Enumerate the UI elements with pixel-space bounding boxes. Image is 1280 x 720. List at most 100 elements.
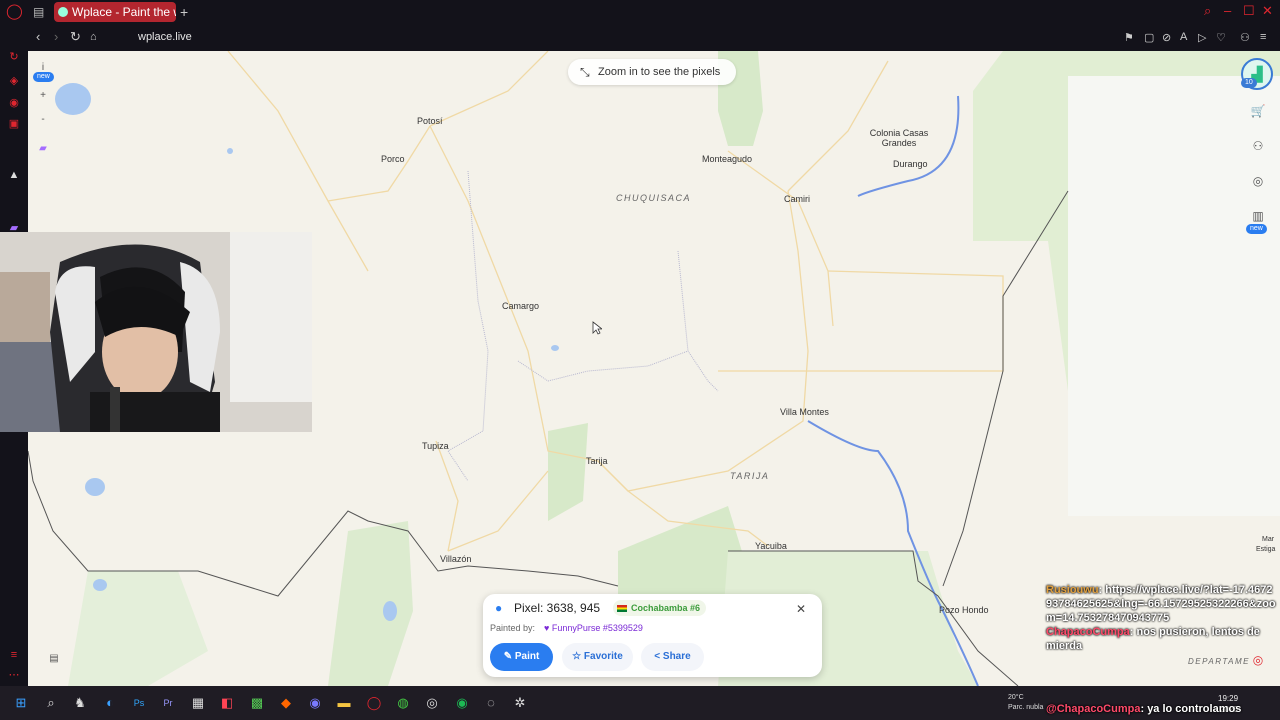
taskbar-app-3-icon[interactable]: ◌ [483,695,499,711]
zoom-in-button[interactable]: + [36,89,50,103]
windows-start-icon[interactable]: ⊞ [13,695,29,711]
place-camargo[interactable]: Camargo [502,301,539,311]
mouse-cursor-icon [592,321,602,335]
menu-icon[interactable]: ≡ [1260,31,1266,43]
layers-icon[interactable]: ▤ [47,652,61,666]
place-porco[interactable]: Porco [381,154,405,164]
leaderboard-new-badge: new [1246,224,1267,234]
painted-by-label: Painted by: [490,623,536,633]
region-chip-label: Cochabamba #6 [631,603,701,613]
alliance-icon[interactable]: ⚇ [1250,138,1266,154]
painter-name-text: FunnyPurse #5399529 [551,623,643,633]
streamer-image [0,232,312,432]
forward-button[interactable]: › [54,30,58,44]
place-potosi[interactable]: Potosí [417,116,443,126]
discord-icon[interactable]: ◉ [307,695,323,711]
weather-widget[interactable]: 20°C Parc. nubla [1008,693,1043,713]
region-chuquisaca: CHUQUISACA [616,193,692,203]
store-icon[interactable]: 🛒 [1250,103,1266,119]
tab-menu-icon[interactable]: ▤ [33,5,47,19]
place-estigarribia[interactable]: Estiga [1256,546,1275,553]
maximize-button[interactable]: ☐ [1243,3,1255,19]
back-button[interactable]: ‹ [36,30,40,44]
place-villa-montes[interactable]: Villa Montes [780,407,829,417]
chat-message-3: @ChapacoCumpa: ya lo controlamos [1046,702,1278,716]
brave-icon[interactable]: ◆ [278,695,294,711]
paint-button-label: Paint [514,651,540,662]
store-taskbar-icon[interactable]: ▦ [190,695,206,711]
search-taskbar-icon[interactable]: ⌕ [43,695,59,711]
place-tupiza[interactable]: Tupiza [422,441,449,451]
region-chip[interactable]: Cochabamba #6 [613,600,707,616]
opera-logo-icon[interactable]: ◯ [6,4,23,20]
minimize-button[interactable]: – [1224,3,1231,18]
snapshot-icon[interactable]: ▢ [1144,31,1154,44]
account-icon[interactable]: ⚇ [1240,31,1250,44]
chrome-icon[interactable]: ◍ [395,695,411,711]
roads [227,51,1004,552]
leaderboard-icon[interactable]: ▥ [1250,208,1266,224]
painter-name[interactable]: ♥ FunnyPurse #5399529 [544,623,643,633]
target-icon[interactable]: ◎ [1250,652,1266,668]
webcam-overlay [0,232,312,432]
player-icon[interactable]: ▷ [1198,31,1206,44]
map-pin-icon: ● [495,601,503,615]
share-button-label: Share [662,651,691,662]
place-monteagudo[interactable]: Monteagudo [702,154,752,164]
favorite-button[interactable]: ☆ Favorite [562,643,633,671]
sidebar-item-5-icon[interactable]: ▲ [7,168,21,182]
reload-button[interactable]: ↻ [70,30,81,44]
photoshop-icon[interactable]: Ps [131,695,147,711]
new-tab-button[interactable]: + [180,3,188,21]
sidebar-item-3-icon[interactable]: ◉ [7,96,21,110]
premiere-icon[interactable]: Pr [160,695,176,711]
place-villazon[interactable]: Villazón [440,554,471,564]
sidebar-more-icon[interactable]: ⋯ [7,668,21,682]
region-departamento: DEPARTAME [1188,657,1250,666]
paint-button[interactable]: ✎ Paint [490,643,553,671]
edge-icon[interactable]: ◐ [102,695,118,711]
chat-text-3: : ya lo controlamos [1140,703,1242,715]
spotify-icon[interactable]: ◉ [454,695,470,711]
zoom-out-button[interactable]: - [36,113,50,127]
tab-wplace[interactable]: Wplace - Paint the world [54,2,176,22]
translate-icon[interactable]: A [1180,31,1187,43]
twitch-map-icon[interactable]: ▰ [36,142,50,156]
zoom-hint: ⤡ Zoom in to see the pixels [568,59,736,85]
close-window-button[interactable]: ✕ [1262,3,1273,19]
sidebar-item-1-icon[interactable]: ↻ [7,50,21,64]
steam-icon[interactable]: ◎ [424,695,440,711]
taskbar-app-4-icon[interactable]: ✲ [512,695,528,711]
place-camiri[interactable]: Camiri [784,194,810,204]
weather-desc: Parc. nubla [1008,704,1044,711]
place-colonia[interactable]: Colonia Casas Grandes [868,128,930,148]
explorer-icon[interactable]: ▬ [336,695,352,711]
lake-2 [85,478,105,496]
share-button[interactable]: < Share [641,643,704,671]
light-area [1068,76,1280,516]
taskbar-app-1-icon[interactable]: ♞ [72,695,88,711]
adblock-icon[interactable]: ⊘ [1162,31,1171,44]
place-mariscal[interactable]: Mar [1262,536,1274,543]
home-icon[interactable]: ⌂ [90,30,97,44]
bookmark-icon[interactable]: ⚑ [1124,31,1134,44]
sidebar-item-6-icon[interactable]: ≡ [7,648,21,662]
place-pozo-hondo[interactable]: Pozo Hondo [939,605,989,615]
sidebar-item-2-icon[interactable]: ◈ [7,74,21,88]
heart-icon[interactable]: ♡ [1216,31,1226,44]
zoom-icon: ⤡ [580,65,590,79]
url-field[interactable]: wplace.live [138,31,192,43]
search-icon[interactable]: ⌕ [1204,3,1211,19]
sidebar-item-4-icon[interactable]: ▣ [7,117,21,131]
minecraft-icon[interactable]: ▩ [249,695,265,711]
place-tarija[interactable]: Tarija [586,456,608,466]
place-durango[interactable]: Durango [893,159,928,169]
tab-title: Wplace - Paint the world [72,5,176,19]
lake-6 [227,148,233,154]
explore-icon[interactable]: ◎ [1250,173,1266,189]
opera-taskbar-icon[interactable]: ◯ [366,695,382,711]
place-yacuiba[interactable]: Yacuiba [755,541,787,551]
close-popup-button[interactable]: ✕ [796,602,806,616]
chat-message-2: ChapacoCumpa: nos pusieron, lentos de mi… [1046,625,1278,653]
taskbar-app-2-icon[interactable]: ◧ [219,695,235,711]
